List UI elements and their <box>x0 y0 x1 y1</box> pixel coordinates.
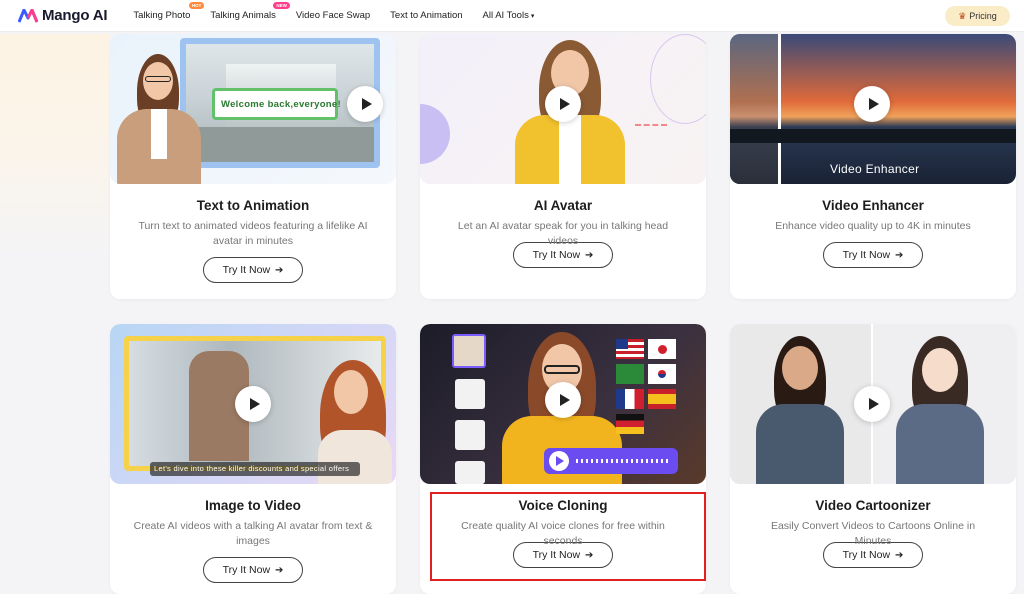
arrow-right-icon: ➔ <box>895 249 904 261</box>
card-description: Easily Convert Videos to Cartoons Online… <box>770 520 976 547</box>
presenter-figure <box>115 54 205 184</box>
try-it-now-button[interactable]: Try It Now ➔ <box>203 557 303 583</box>
nav-talking-photo-label: Talking Photo <box>133 10 191 21</box>
video-enhancer-thumbnail[interactable]: Video Enhancer <box>730 34 1016 184</box>
nav-talking-animals-label: Talking Animals <box>210 10 276 21</box>
play-icon[interactable] <box>854 386 890 422</box>
enhancer-caption: Video Enhancer <box>830 162 920 176</box>
try-it-now-label: Try It Now <box>842 249 891 261</box>
new-badge: NEW <box>273 2 290 9</box>
voice-waveform-bar <box>544 448 678 474</box>
arrow-right-icon: ➔ <box>275 264 284 276</box>
page-background-gradient <box>0 34 110 594</box>
card-title: Video Cartoonizer <box>815 498 931 513</box>
real-woman-figure <box>750 336 850 484</box>
pricing-button[interactable]: ♛ Pricing <box>945 6 1010 26</box>
card-description: Create AI videos with a talking AI avata… <box>133 520 373 547</box>
arrow-right-icon: ➔ <box>275 564 284 576</box>
nav-text-to-animation[interactable]: Text to Animation <box>390 10 462 21</box>
play-icon[interactable] <box>854 86 890 122</box>
card-voice-cloning: Voice Cloning Create quality AI voice cl… <box>420 324 706 594</box>
image-to-video-thumbnail[interactable]: Let's dive into these killer discounts a… <box>110 324 396 484</box>
card-video-cartoonizer: Video Cartoonizer Easily Convert Videos … <box>730 324 1016 594</box>
card-video-enhancer: Video Enhancer Video Enhancer Enhance vi… <box>730 34 1016 299</box>
play-icon[interactable] <box>545 382 581 418</box>
arrow-right-icon: ➔ <box>895 549 904 561</box>
try-it-now-button[interactable]: Try It Now ➔ <box>823 242 923 268</box>
card-title: AI Avatar <box>533 198 593 213</box>
try-it-now-label: Try It Now <box>532 549 581 561</box>
card-title: Voice Cloning <box>518 498 608 513</box>
card-description: Let an AI avatar speak for you in talkin… <box>457 220 669 247</box>
arrow-right-icon: ➔ <box>585 549 594 561</box>
play-icon[interactable] <box>347 86 383 122</box>
hot-badge: HOT <box>188 2 205 9</box>
card-text-to-animation: Welcome back,everyone! Text to Animation… <box>110 34 396 299</box>
card-image-to-video: Let's dive into these killer discounts a… <box>110 324 396 594</box>
video-cartoonizer-thumbnail[interactable] <box>730 324 1016 484</box>
mango-logo-icon <box>18 8 38 23</box>
try-it-now-label: Try It Now <box>222 264 271 276</box>
nav-video-face-swap[interactable]: Video Face Swap <box>296 10 370 21</box>
card-ai-avatar: AI Avatar Let an AI avatar speak for you… <box>420 34 706 299</box>
chevron-down-icon: ▾ <box>530 13 535 20</box>
card-title: Image to Video <box>205 498 301 513</box>
cartoon-woman-figure <box>890 336 990 484</box>
logo-text: Mango AI <box>42 7 108 24</box>
text-to-animation-thumbnail[interactable]: Welcome back,everyone! <box>110 34 396 184</box>
play-icon[interactable] <box>235 386 271 422</box>
video-subtitle: Let's dive into these killer discounts a… <box>154 464 350 473</box>
banner-text: Welcome back,everyone! <box>221 99 341 110</box>
try-it-now-label: Try It Now <box>222 564 271 576</box>
try-it-now-label: Try It Now <box>532 249 581 261</box>
nav-talking-animals[interactable]: Talking Animals NEW <box>210 2 290 21</box>
logo[interactable]: Mango AI <box>18 7 108 24</box>
voice-cloning-thumbnail[interactable] <box>420 324 706 484</box>
try-it-now-label: Try It Now <box>842 549 891 561</box>
play-icon[interactable] <box>545 86 581 122</box>
top-navbar: Mango AI Talking Photo HOT Talking Anima… <box>0 0 1024 32</box>
nav-all-ai-tools[interactable]: All AI Tools ▾ <box>483 10 535 21</box>
arrow-right-icon: ➔ <box>585 249 594 261</box>
speech-banner: Welcome back,everyone! <box>212 88 341 120</box>
card-title: Text to Animation <box>196 198 310 213</box>
crown-icon: ♛ <box>958 10 967 21</box>
pricing-label: Pricing <box>969 11 997 21</box>
card-description: Create quality AI voice clones for free … <box>461 520 665 547</box>
try-it-now-button[interactable]: Try It Now ➔ <box>203 257 303 283</box>
card-title: Video Enhancer <box>822 198 924 213</box>
nav-talking-photo[interactable]: Talking Photo HOT <box>133 2 205 21</box>
ai-avatar-thumbnail[interactable] <box>420 34 706 184</box>
nav-all-ai-tools-label: All AI Tools <box>482 10 529 21</box>
card-description: Turn text to animated videos featuring a… <box>138 220 368 247</box>
